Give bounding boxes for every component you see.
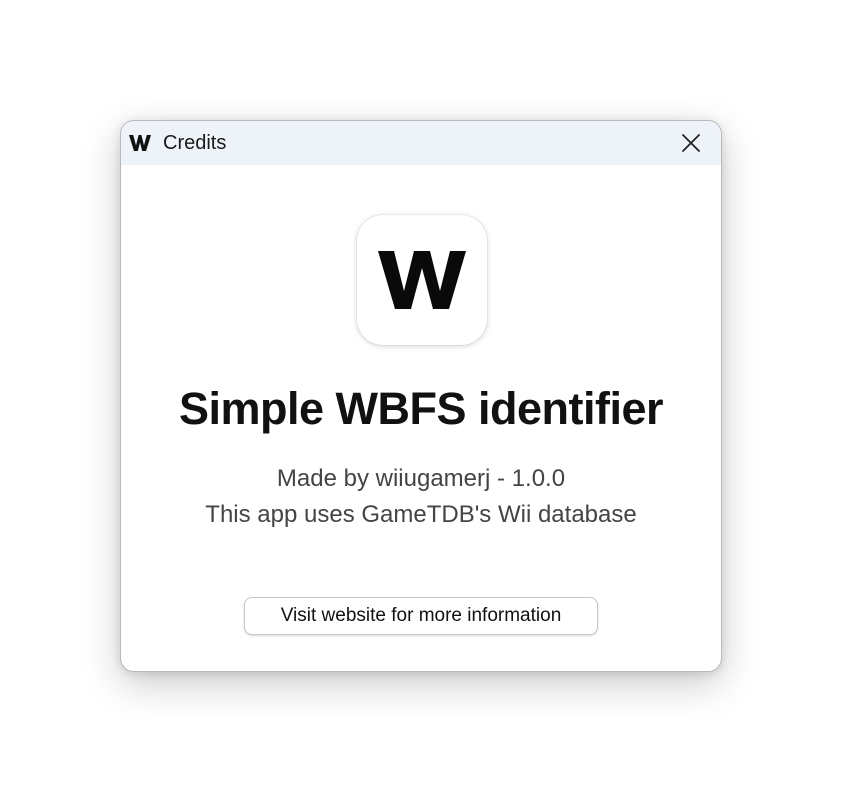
- w-logo-glyph: [378, 251, 466, 309]
- title-bar[interactable]: Credits: [121, 121, 721, 165]
- window-title: Credits: [163, 131, 227, 154]
- app-name-heading: Simple WBFS identifier: [178, 383, 664, 434]
- author-version-text: Made by wiiugamerj - 1.0.0: [276, 465, 566, 492]
- credits-dialog: Credits Simple WBFS identifier Made by w…: [120, 120, 722, 672]
- app-logo-icon: [357, 215, 487, 345]
- dialog-content: Simple WBFS identifier Made by wiiugamer…: [121, 165, 721, 671]
- app-w-logo-icon: [125, 128, 155, 158]
- close-icon: [682, 134, 700, 152]
- database-note-text: This app uses GameTDB's Wii database: [205, 501, 637, 528]
- visit-website-button[interactable]: Visit website for more information: [244, 597, 598, 635]
- close-button[interactable]: [669, 125, 713, 161]
- desktop-stage: Credits Simple WBFS identifier Made by w…: [0, 0, 842, 792]
